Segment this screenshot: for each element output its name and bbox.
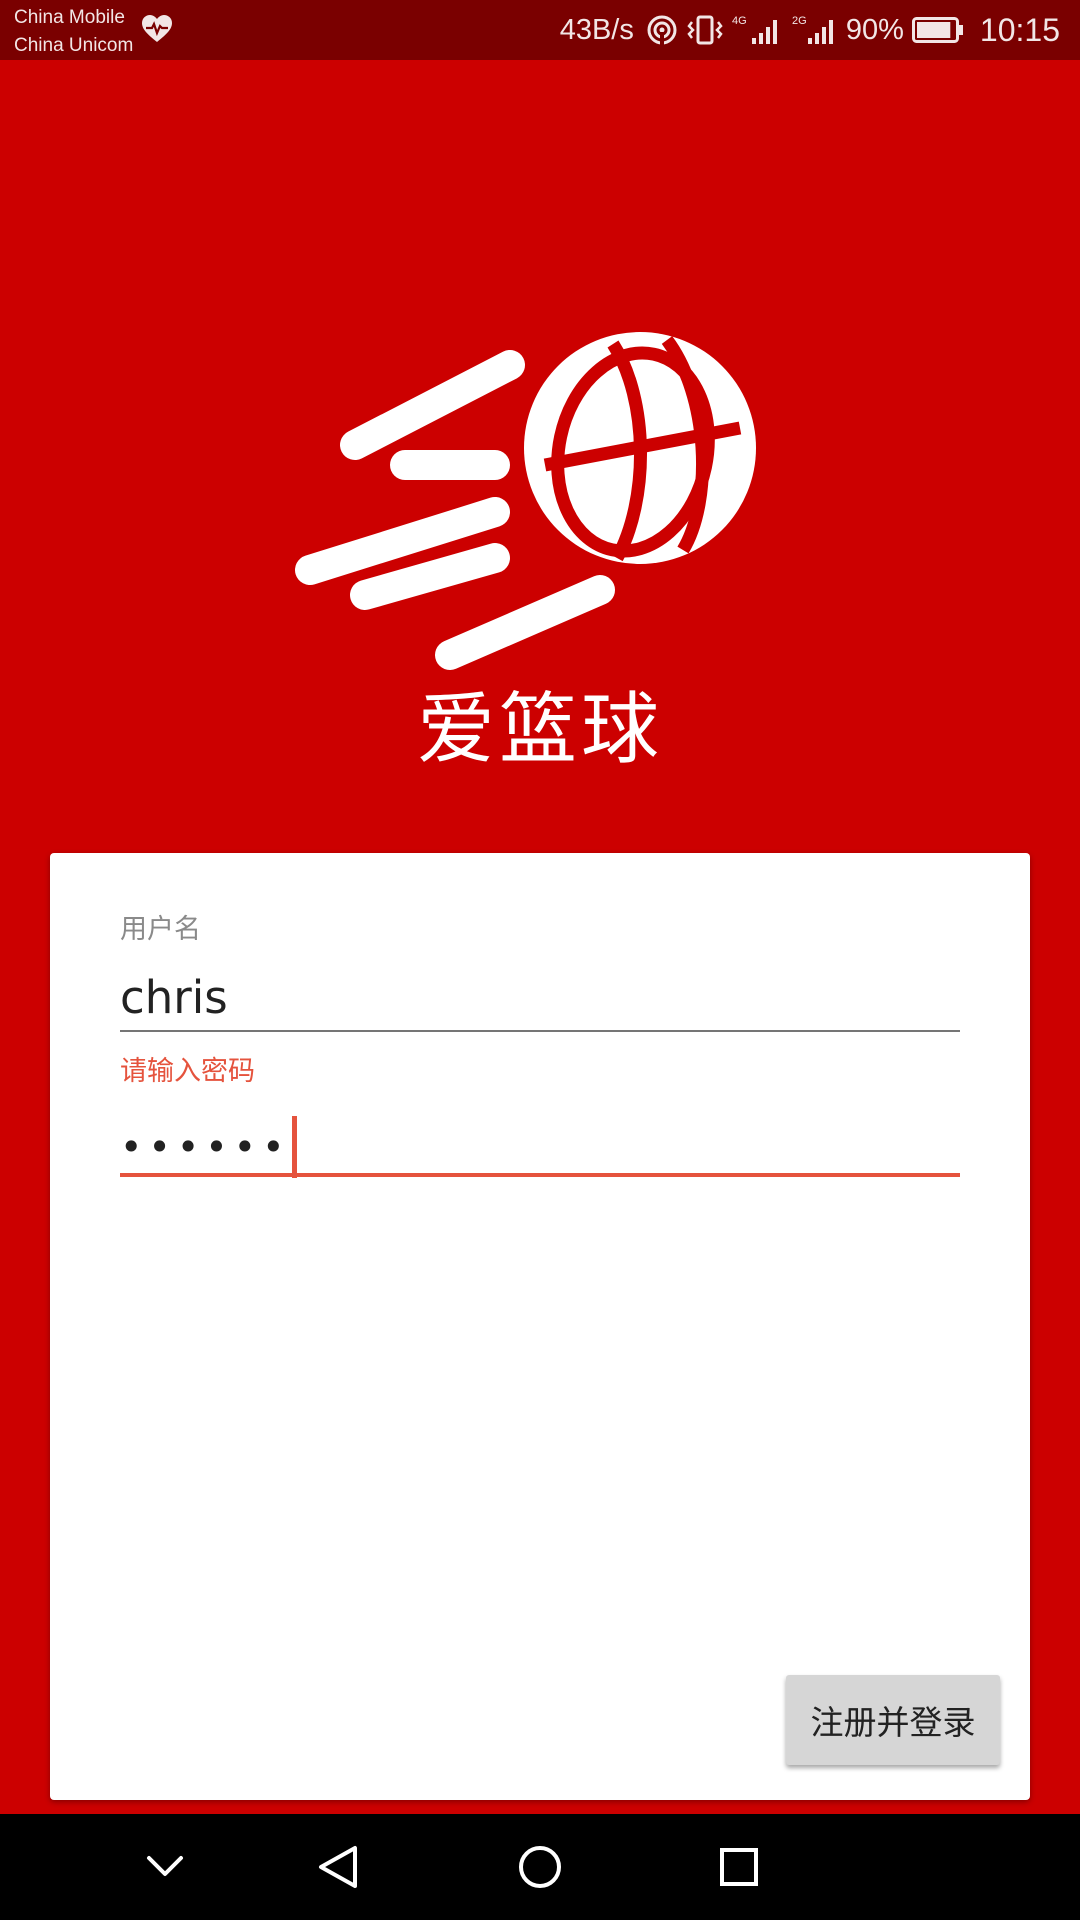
password-masked-text: ••••••	[120, 1125, 291, 1169]
username-input[interactable]: chris	[120, 968, 228, 1028]
password-underline	[120, 1173, 960, 1177]
carrier-1: China Mobile	[14, 7, 125, 28]
back-icon[interactable]	[307, 1834, 373, 1900]
net-2g-label: 2G	[792, 15, 807, 27]
battery-icon	[911, 17, 963, 43]
signal-4g-icon: 4G	[732, 15, 777, 44]
basketball-logo-icon	[295, 332, 756, 670]
username-label: 用户名	[120, 914, 201, 945]
carrier-names: China Mobile China Unicom	[14, 4, 133, 60]
net-4g-label: 4G	[732, 15, 747, 27]
register-login-button[interactable]: 注册并登录	[786, 1675, 1000, 1765]
password-label: 请输入密码	[120, 1056, 255, 1087]
navigation-bar	[0, 1814, 1080, 1920]
battery-fill	[916, 22, 951, 38]
hotspot-icon	[647, 15, 677, 46]
net-speed: 43B/s	[559, 13, 634, 46]
clock: 10:15	[979, 11, 1060, 48]
home-icon[interactable]	[507, 1834, 573, 1900]
chevron-down-icon[interactable]	[132, 1834, 198, 1900]
login-card: 用户名 chris 请输入密码 •••••• 注册并登录	[50, 853, 1030, 1800]
heart-health-icon	[142, 15, 172, 42]
status-bar: China Mobile China Unicom 43B/s 4G 2G 90…	[0, 0, 1080, 60]
app-title: 爱篮球	[416, 685, 663, 775]
text-cursor	[292, 1116, 298, 1178]
username-underline	[120, 1030, 960, 1032]
battery-percent: 90%	[845, 13, 904, 46]
password-input[interactable]: ••••••	[120, 1115, 298, 1179]
vibrate-icon	[687, 15, 723, 45]
status-right-group: 43B/s 4G 2G 90% 10:15	[560, 0, 1060, 60]
carrier-2: China Unicom	[14, 35, 134, 56]
recents-icon[interactable]	[706, 1834, 772, 1900]
signal-2g-icon: 2G	[792, 15, 833, 44]
